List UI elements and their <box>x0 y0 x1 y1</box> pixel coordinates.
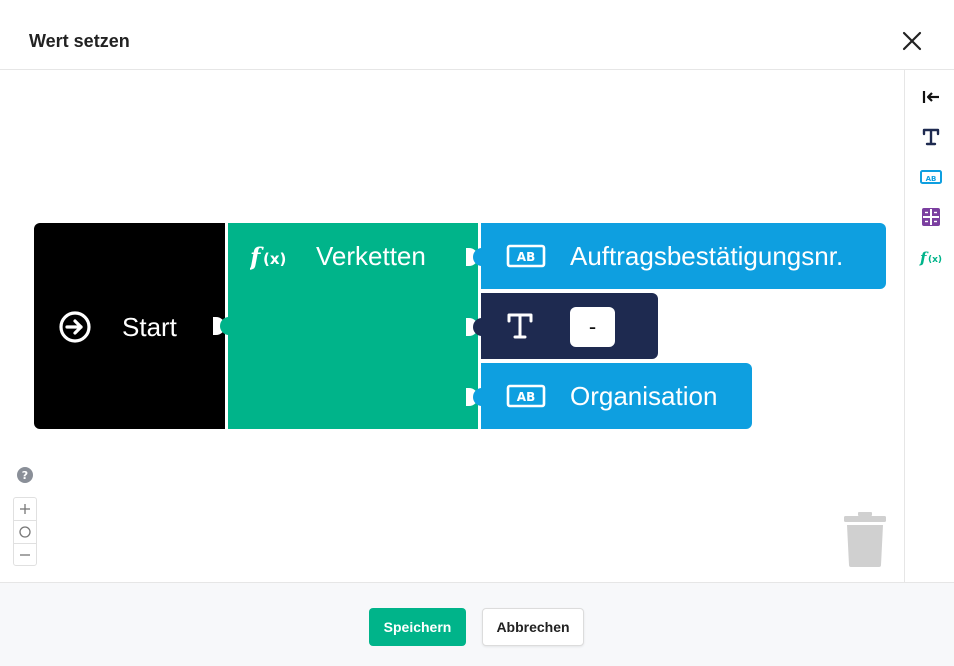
start-label: Start <box>122 312 177 342</box>
connector-socket <box>220 317 232 335</box>
field-label-auftrag: Auftragsbestätigungsnr. <box>570 241 844 271</box>
plus-icon <box>20 504 30 514</box>
grid-icon <box>922 208 940 226</box>
dialog-footer: Speichern Abbrechen <box>0 582 954 666</box>
svg-text:?: ? <box>22 469 28 482</box>
zoom-out-button[interactable] <box>14 543 36 565</box>
question-icon: ? <box>17 467 33 483</box>
zoom-controls <box>13 497 37 566</box>
text-icon <box>922 128 940 146</box>
function-icon: f (x) <box>919 249 942 267</box>
help-button[interactable]: ? <box>16 466 34 484</box>
block-toolbox: AB f (x) <box>904 70 954 582</box>
function-icon: f (x) <box>250 242 286 271</box>
toolbox-grid[interactable] <box>919 205 943 229</box>
zoom-in-button[interactable] <box>14 498 36 520</box>
zoom-reset-button[interactable] <box>14 520 36 542</box>
text-field-icon: AB <box>920 170 942 184</box>
toolbox-text-field[interactable]: AB <box>919 165 943 189</box>
text-icon <box>507 313 533 339</box>
trash-can[interactable] <box>843 511 887 567</box>
dialog-title: Wert setzen <box>29 31 130 51</box>
collapse-icon <box>922 91 939 103</box>
cancel-button[interactable]: Abbrechen <box>482 608 584 646</box>
connector-socket <box>473 318 485 336</box>
close-button[interactable] <box>898 27 926 55</box>
concat-label: Verketten <box>316 241 426 271</box>
svg-text:AB: AB <box>517 390 535 404</box>
text-field-icon: AB <box>506 384 546 408</box>
toolbox-collapse[interactable] <box>919 85 943 109</box>
minus-icon <box>20 553 30 556</box>
toolbox-function[interactable]: f (x) <box>919 245 943 269</box>
connector-socket <box>473 248 485 266</box>
dialog-header: Wert setzen <box>0 0 954 70</box>
text-value-input[interactable]: - <box>570 307 615 347</box>
connector-socket <box>473 388 485 406</box>
field-label-organisation: Organisation <box>570 381 718 411</box>
svg-text:(x): (x) <box>928 255 942 265</box>
circle-icon <box>19 525 31 538</box>
svg-text:AB: AB <box>517 250 535 264</box>
svg-text:(x): (x) <box>263 250 286 268</box>
save-button[interactable]: Speichern <box>369 608 466 646</box>
field-block-auftrag[interactable]: AB Auftragsbestätigungsnr. <box>473 223 886 289</box>
start-block[interactable]: Start <box>34 223 225 429</box>
text-field-icon: AB <box>506 244 546 268</box>
toolbox-text[interactable] <box>919 125 943 149</box>
concat-block[interactable]: f (x) Verketten <box>220 223 478 429</box>
arrow-right-circle-icon <box>59 311 91 343</box>
svg-text:AB: AB <box>926 175 937 183</box>
dialog: Wert setzen Start f (x) Verketten AB Auf… <box>0 0 954 666</box>
close-icon <box>902 31 922 51</box>
field-block-organisation[interactable]: AB Organisation <box>473 363 752 429</box>
trash-icon <box>844 512 886 567</box>
svg-text:f: f <box>250 242 264 271</box>
text-block[interactable]: - <box>473 293 658 359</box>
